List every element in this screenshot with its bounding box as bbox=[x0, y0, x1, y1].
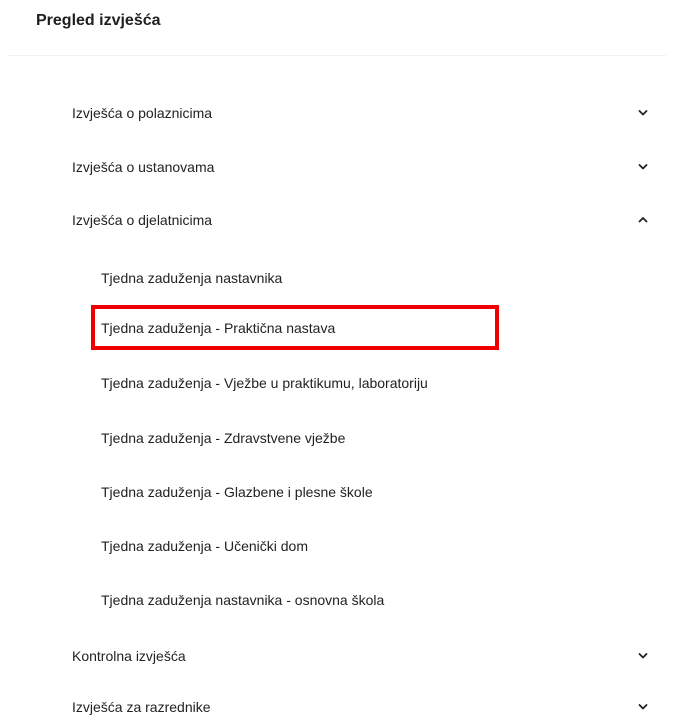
section-label: Kontrolna izvješća bbox=[72, 648, 186, 664]
chevron-up-icon[interactable] bbox=[634, 211, 652, 229]
report-link-tjedna-zaduzenja-nastavnika[interactable]: Tjedna zaduženja nastavnika bbox=[101, 264, 282, 292]
chevron-down-icon[interactable] bbox=[634, 647, 652, 665]
page-title: Pregled izvješća bbox=[36, 12, 161, 29]
chevron-down-icon[interactable] bbox=[634, 158, 652, 176]
section-izvjesca-za-razrednike[interactable]: Izvješća za razrednike bbox=[72, 692, 658, 722]
section-label: Izvješća o djelatnicima bbox=[72, 212, 213, 228]
section-izvjesca-o-ustanovama[interactable]: Izvješća o ustanovama bbox=[72, 152, 658, 182]
section-kontrolna-izvjesca[interactable]: Kontrolna izvješća bbox=[72, 641, 658, 671]
report-link-ucenicki-dom[interactable]: Tjedna zaduženja - Učenički dom bbox=[101, 532, 308, 560]
report-link-vjezbe-u-praktikumu[interactable]: Tjedna zaduženja - Vježbe u praktikumu, … bbox=[101, 369, 428, 397]
section-label: Izvješća za razrednike bbox=[72, 699, 211, 715]
section-label: Izvješća o polaznicima bbox=[72, 105, 213, 121]
report-link-nastavnika-osnovna-skola[interactable]: Tjedna zaduženja nastavnika - osnovna šk… bbox=[101, 586, 384, 614]
report-link-prakticna-nastava[interactable]: Tjedna zaduženja - Praktična nastava bbox=[101, 314, 335, 342]
section-izvjesca-o-polaznicima[interactable]: Izvješća o polaznicima bbox=[72, 98, 658, 128]
report-link-zdravstvene-vjezbe[interactable]: Tjedna zaduženja - Zdravstvene vježbe bbox=[101, 424, 345, 452]
header-divider bbox=[8, 55, 666, 56]
chevron-down-icon[interactable] bbox=[634, 698, 652, 716]
chevron-down-icon[interactable] bbox=[634, 104, 652, 122]
section-izvjesca-o-djelatnicima[interactable]: Izvješća o djelatnicima bbox=[72, 205, 658, 235]
section-label: Izvješća o ustanovama bbox=[72, 159, 215, 175]
report-link-glazbene-i-plesne-skole[interactable]: Tjedna zaduženja - Glazbene i plesne ško… bbox=[101, 478, 373, 506]
